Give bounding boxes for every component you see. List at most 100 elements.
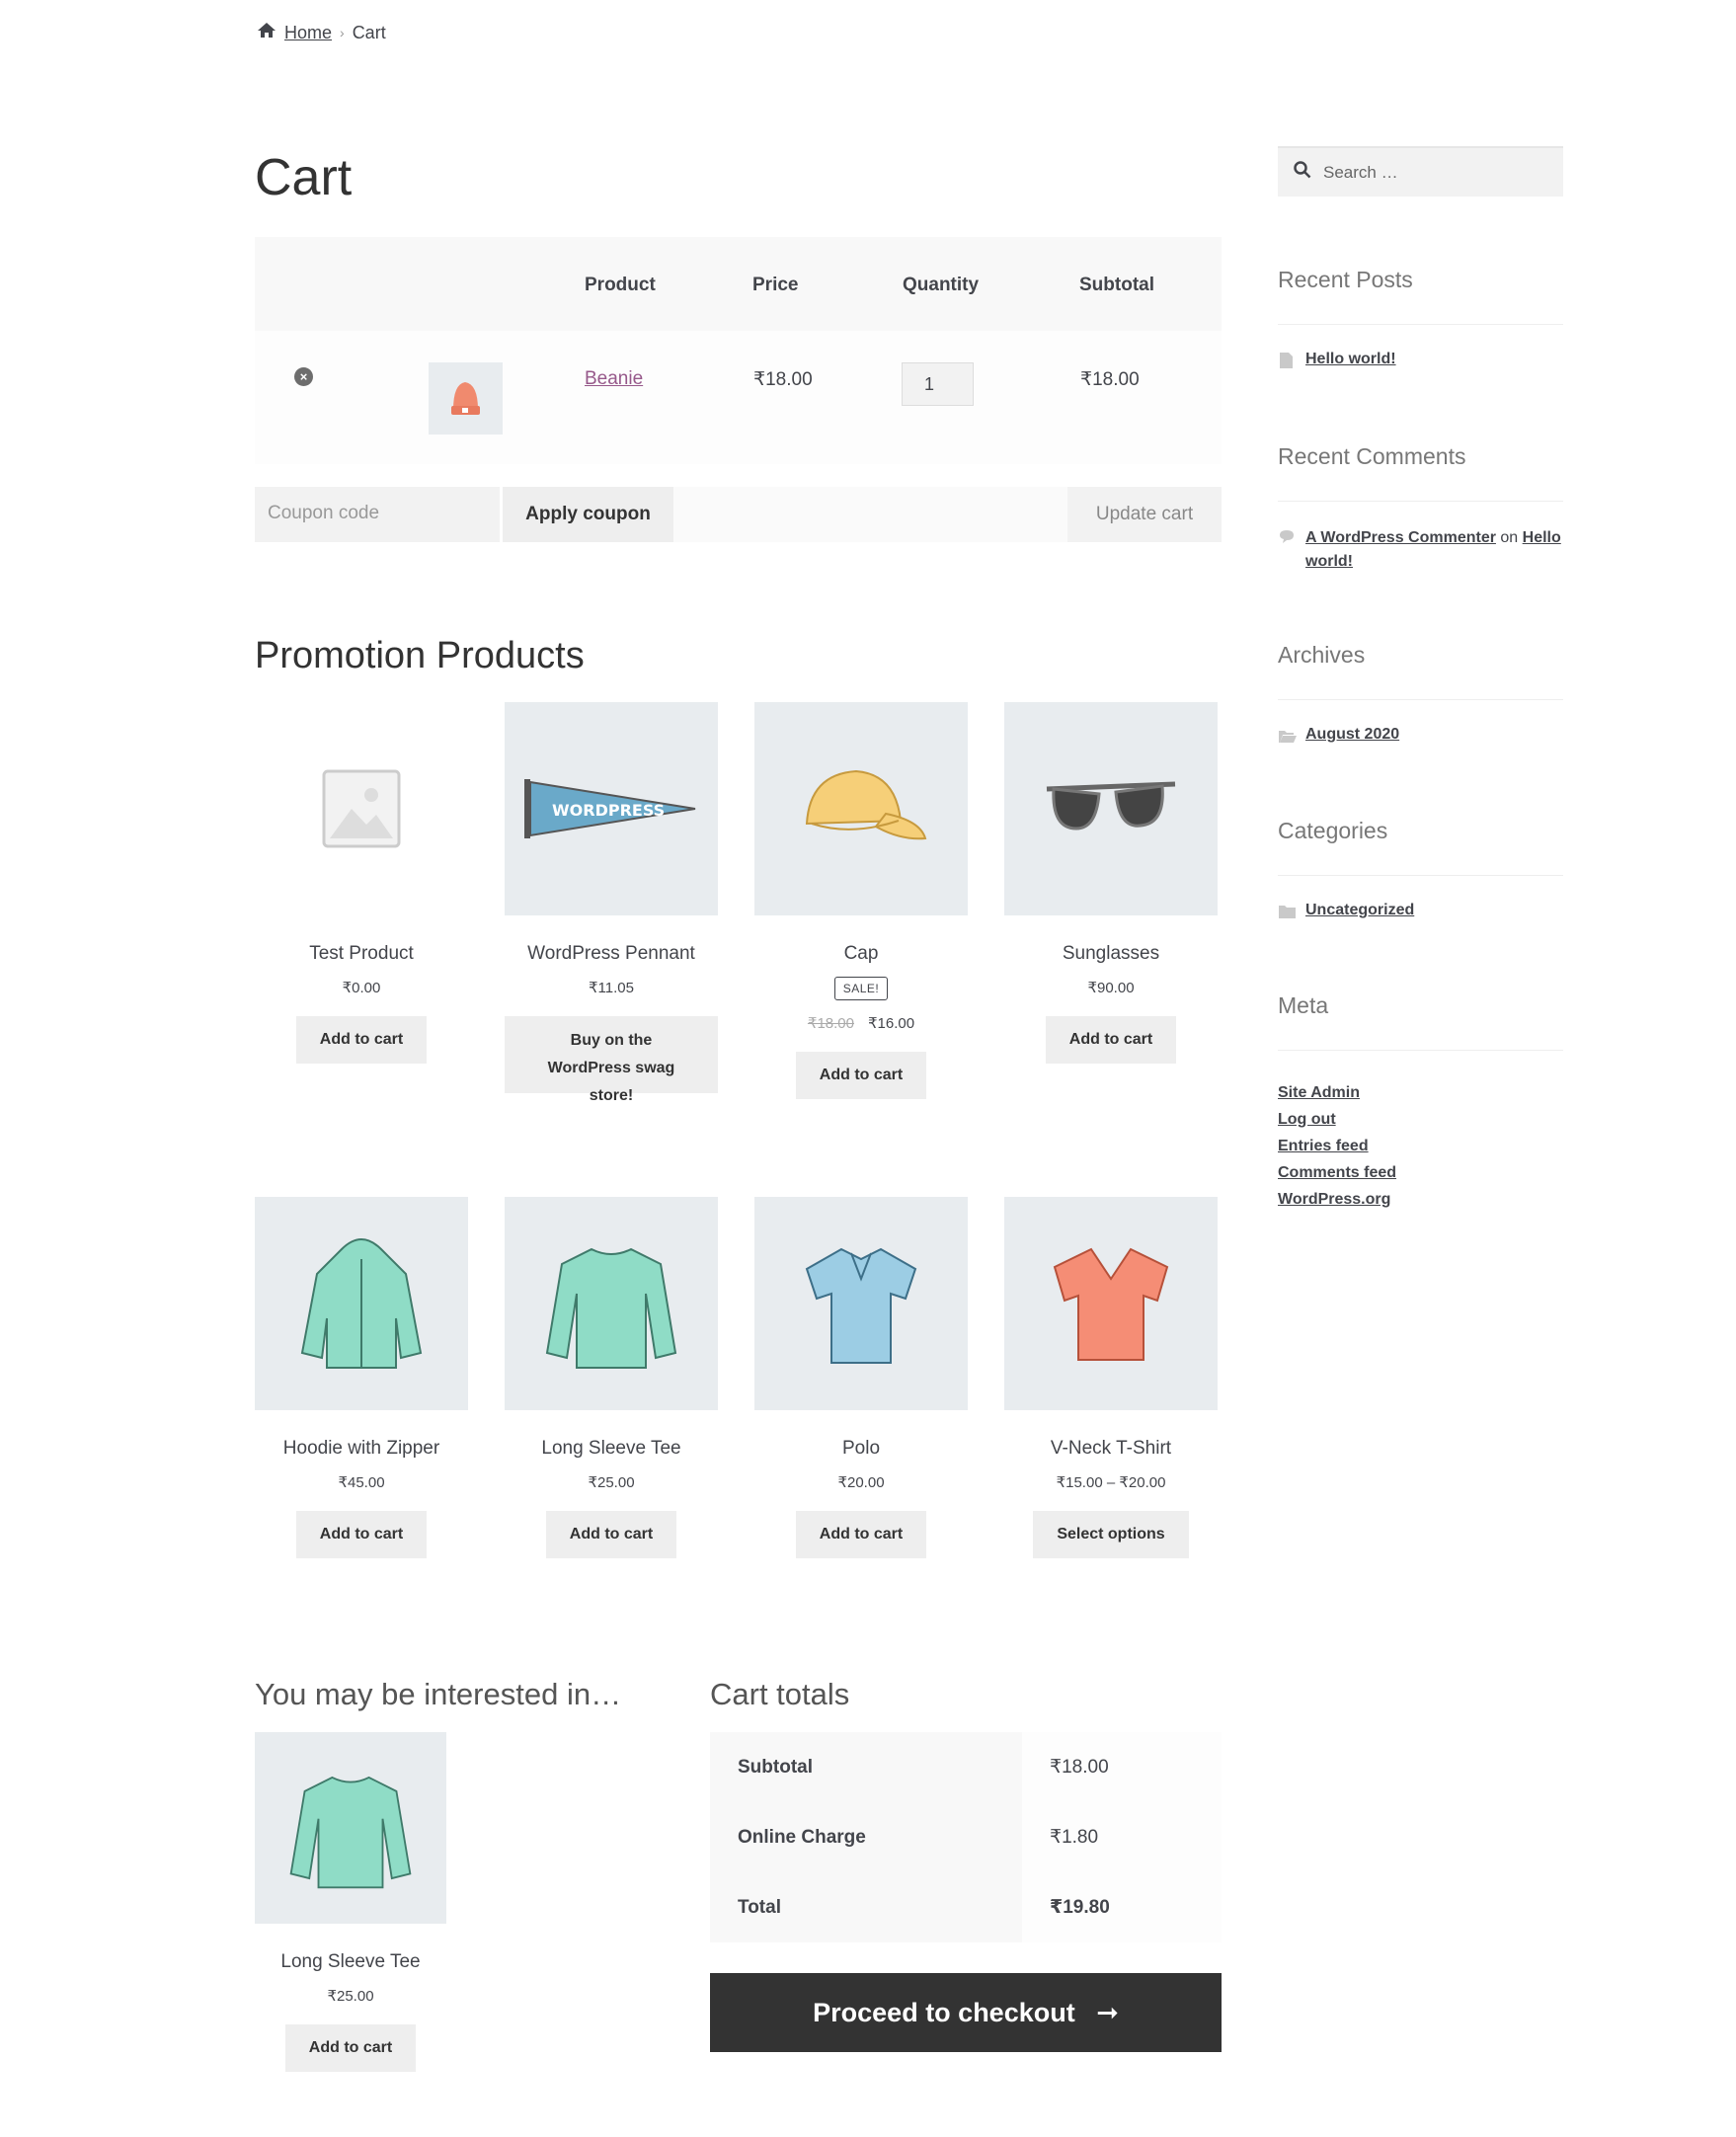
breadcrumb-separator: › [340,25,345,40]
sale-price: ₹16.00 [868,1015,915,1032]
cross-sells-title: You may be interested in… [255,1677,622,1711]
product-name[interactable]: Hoodie with Zipper [255,1438,468,1460]
beanie-thumbnail[interactable] [429,362,503,435]
vneck-tshirt-image-icon[interactable] [1004,1197,1218,1410]
promotion-title: Promotion Products [255,635,585,676]
coupon-code-input[interactable]: Coupon code [255,487,500,542]
cap-image-icon[interactable] [754,702,968,915]
archives-title: Archives [1278,642,1366,668]
product-card: WORDPRESS WordPress Pennant ₹11.05 Buy o… [505,702,718,1105]
placeholder-image-icon[interactable] [255,702,468,915]
product-price: ₹15.00 – ₹20.00 [1056,1474,1166,1491]
cart-row-cells: × Beanie ₹18.00 1 ₹18.00 [255,237,1222,464]
svg-text:WORDPRESS: WORDPRESS [552,801,665,820]
totals-label: Online Charge [710,1802,1022,1872]
category-link[interactable]: Uncategorized [1305,902,1414,919]
product-card: Cap SALE! ₹18.00 ₹16.00 Add to cart [754,702,968,1099]
product-name[interactable]: Long Sleeve Tee [505,1438,718,1460]
recent-post-link[interactable]: Hello world! [1305,351,1396,368]
meta-title: Meta [1278,992,1329,1018]
product-name[interactable]: WordPress Pennant [505,943,718,965]
pennant-image-icon[interactable]: WORDPRESS [505,702,718,915]
comment-icon [1279,529,1295,548]
product-price: ₹45.00 [338,1474,385,1491]
product-price: ₹18.00 ₹16.00 [754,1014,968,1032]
comment-author-link[interactable]: A WordPress Commenter [1305,529,1496,546]
add-to-cart-button[interactable]: Add to cart [295,1511,428,1558]
widget-divider [1278,875,1563,876]
polo-image-icon[interactable] [754,1197,968,1410]
long-sleeve-tee-image-icon[interactable] [505,1197,718,1410]
categories-title: Categories [1278,818,1388,843]
home-icon [257,22,276,43]
buy-external-button[interactable]: Buy on the WordPress swag store! [505,1016,718,1104]
totals-row-total: Total ₹19.80 [710,1872,1222,1942]
add-to-cart-button[interactable]: Add to cart [795,1511,927,1558]
folder-open-icon [1279,730,1297,748]
product-card: Long Sleeve Tee ₹25.00 Add to cart [505,1197,718,1558]
cart-product-link[interactable]: Beanie [585,368,643,390]
product-card: Sunglasses ₹90.00 Add to cart [1004,702,1218,1064]
totals-value: ₹19.80 [1022,1872,1222,1942]
product-card: Polo ₹20.00 Add to cart [754,1197,968,1558]
product-card: V-Neck T-Shirt ₹15.00 – ₹20.00 Select op… [1004,1197,1218,1558]
old-price: ₹18.00 [807,1015,854,1032]
product-name[interactable]: Polo [754,1438,968,1460]
totals-label: Total [710,1872,1022,1942]
product-name[interactable]: Long Sleeve Tee [255,1951,446,1973]
checkout-label: Proceed to checkout [813,1998,1075,2027]
cart-totals-table: Subtotal ₹18.00 Online Charge ₹1.80 Tota… [710,1732,1222,1942]
add-to-cart-button[interactable]: Add to cart [295,1016,428,1064]
totals-row-online-charge: Online Charge ₹1.80 [710,1802,1222,1872]
meta-link-site-admin[interactable]: Site Admin [1278,1084,1396,1102]
meta-link-entries-feed[interactable]: Entries feed [1278,1138,1396,1155]
select-options-button[interactable]: Select options [1033,1511,1189,1558]
search-icon [1294,161,1311,184]
search-placeholder: Search … [1323,162,1398,182]
widget-divider [1278,1050,1563,1051]
totals-value: ₹18.00 [1022,1732,1222,1802]
add-to-cart-button[interactable]: Add to cart [545,1511,677,1558]
breadcrumb-home-link[interactable]: Home [284,23,332,43]
recent-comment-text: A WordPress Commenter on Hello world! [1305,526,1562,574]
product-name[interactable]: Test Product [255,943,468,965]
comment-on-text: on [1500,529,1519,546]
proceed-to-checkout-button[interactable]: Proceed to checkout ➞ [710,1973,1222,2052]
breadcrumb-current: Cart [352,22,386,42]
totals-value: ₹1.80 [1022,1802,1222,1872]
meta-link-log-out[interactable]: Log out [1278,1111,1396,1129]
product-name[interactable]: V-Neck T-Shirt [1004,1438,1218,1460]
totals-label: Subtotal [710,1732,1022,1802]
add-to-cart-button[interactable]: Add to cart [284,2024,417,2072]
product-name[interactable]: Cap [754,943,968,965]
quantity-input[interactable]: 1 [902,362,974,406]
apply-coupon-button[interactable]: Apply coupon [503,487,673,542]
product-price: ₹90.00 [1087,980,1135,996]
product-card: Test Product ₹0.00 Add to cart [255,702,468,1064]
add-to-cart-button[interactable]: Add to cart [1045,1016,1177,1064]
cart-totals-title: Cart totals [710,1677,850,1711]
sale-badge: SALE! [833,977,889,1000]
meta-link-comments-feed[interactable]: Comments feed [1278,1164,1396,1182]
page-title: Cart [255,149,353,206]
hoodie-image-icon[interactable] [255,1197,468,1410]
archive-link[interactable]: August 2020 [1305,726,1399,744]
cart-item-price: ₹18.00 [753,369,813,390]
document-icon [1280,353,1293,373]
arrow-right-icon: ➞ [1096,1998,1119,2027]
product-price: ₹25.00 [588,1474,635,1491]
search-input[interactable]: Search … [1278,146,1563,197]
meta-link-wordpress-org[interactable]: WordPress.org [1278,1191,1396,1209]
product-price: ₹20.00 [837,1474,885,1491]
widget-divider [1278,699,1563,700]
update-cart-button[interactable]: Update cart [1067,487,1222,542]
sunglasses-image-icon[interactable] [1004,702,1218,915]
add-to-cart-button[interactable]: Add to cart [795,1052,927,1099]
product-card: Hoodie with Zipper ₹45.00 Add to cart [255,1197,468,1558]
product-price: ₹0.00 [342,980,381,996]
remove-item-icon[interactable]: × [294,367,313,386]
long-sleeve-tee-image-icon[interactable] [255,1732,446,1924]
recent-posts-title: Recent Posts [1278,267,1413,292]
breadcrumb: Home › Cart [257,22,386,43]
product-name[interactable]: Sunglasses [1004,943,1218,965]
